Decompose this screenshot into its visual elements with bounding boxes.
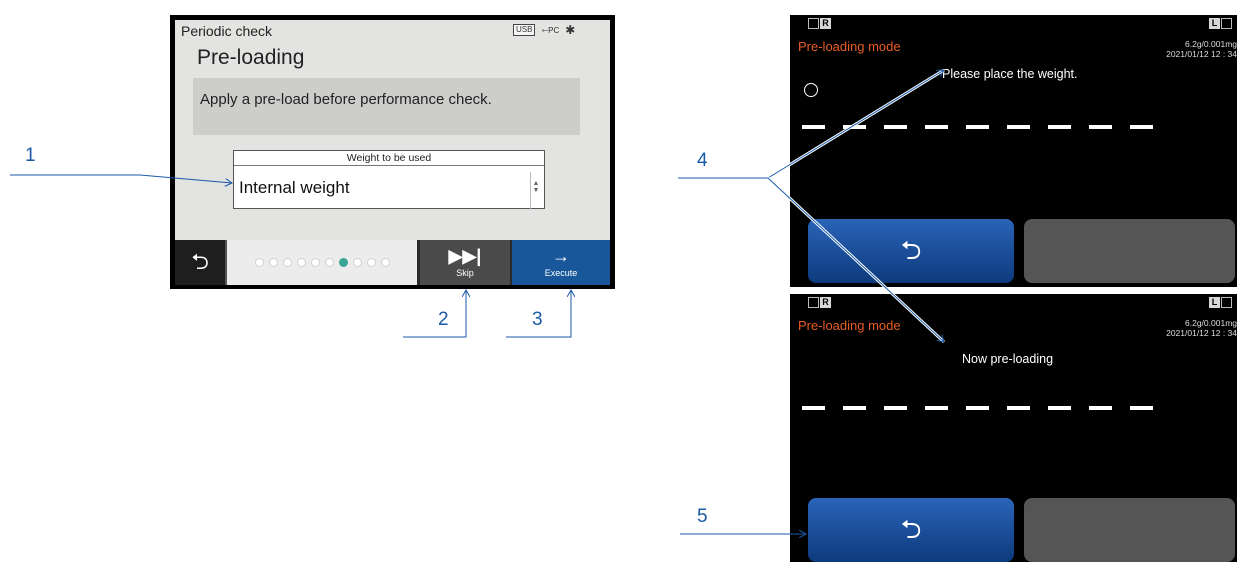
callout-number-2: 2 xyxy=(438,309,449,330)
callout-line-1 xyxy=(10,174,232,183)
callout-line-2 xyxy=(403,290,466,338)
callout-number-4: 4 xyxy=(697,150,708,171)
callout-number-1: 1 xyxy=(25,145,36,166)
callout-number-5: 5 xyxy=(697,506,708,527)
callout-lines xyxy=(10,68,946,561)
callout-number-3: 3 xyxy=(532,309,543,330)
